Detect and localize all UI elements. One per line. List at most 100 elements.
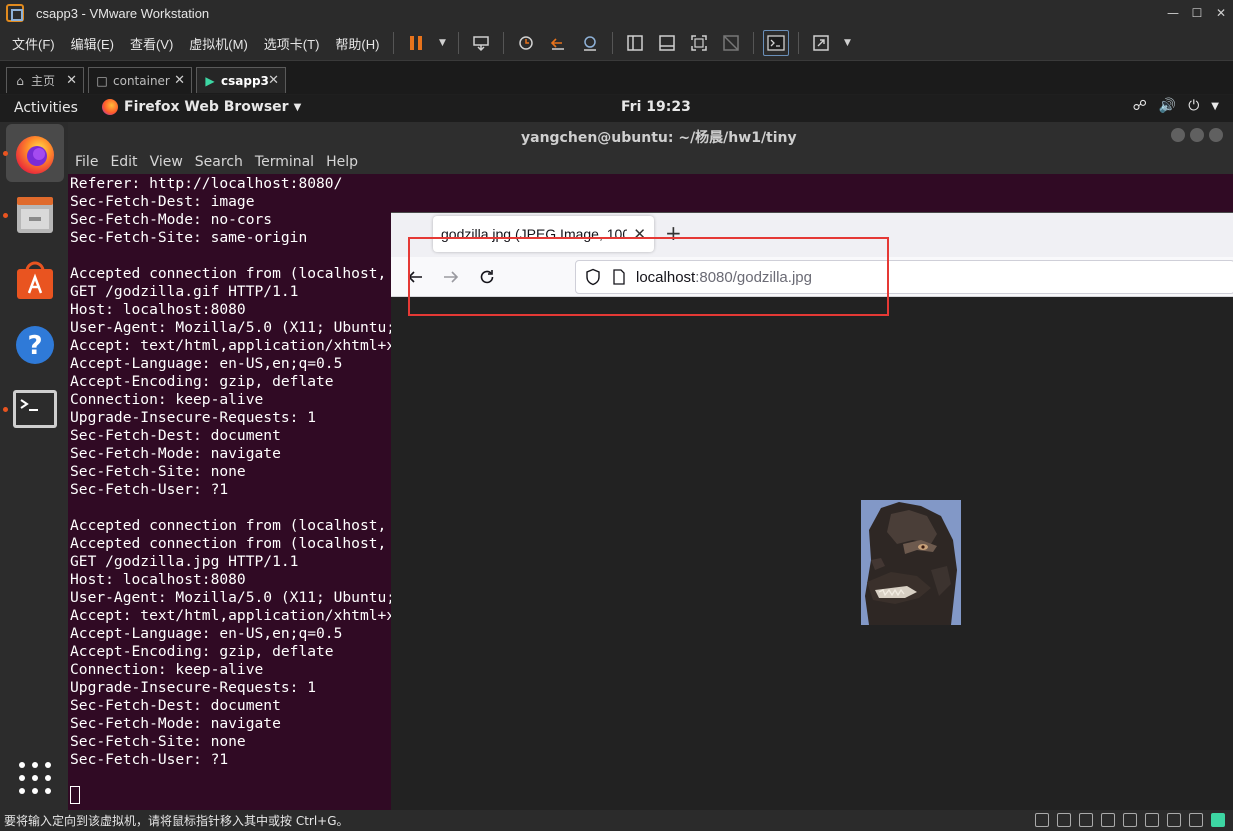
tab-label: container (113, 73, 170, 88)
dock-help[interactable]: ? (6, 316, 64, 374)
tab-home[interactable]: ⌂ 主页 ✕ (6, 67, 84, 93)
maximize-icon[interactable]: ☐ (1185, 0, 1209, 26)
terminal-titlebar: yangchen@ubuntu: ~/杨晨/hw1/tiny (68, 122, 1233, 150)
terminal-cursor (70, 786, 80, 804)
terminal-menu-terminal[interactable]: Terminal (255, 154, 314, 170)
floppy-icon[interactable] (1079, 813, 1093, 827)
fullscreen-icon[interactable] (686, 30, 712, 56)
dock-software[interactable] (6, 252, 64, 310)
terminal-menu-search[interactable]: Search (195, 154, 243, 170)
menu-vm[interactable]: 虚拟机(M) (181, 34, 256, 53)
menu-file[interactable]: 文件(F) (0, 34, 63, 53)
terminal-console-icon[interactable] (763, 30, 790, 56)
cd-rom-icon[interactable] (1057, 813, 1071, 827)
status-message: 要将输入定向到该虚拟机，请将鼠标指针移入其中或按 Ctrl+G。 (4, 814, 349, 828)
software-icon (17, 261, 53, 299)
power-icon: ⏻ (1188, 98, 1200, 114)
activities-button[interactable]: Activities (14, 100, 78, 116)
terminal-menubar: File Edit View Search Terminal Help (68, 150, 1233, 174)
pause-icon[interactable] (403, 30, 429, 56)
menu-edit[interactable]: 编辑(E) (63, 34, 122, 53)
svg-text:?: ? (27, 331, 42, 361)
running-indicator (3, 407, 8, 412)
chevron-down-icon[interactable]: ▼ (435, 30, 449, 56)
toolbar-separator (753, 32, 755, 54)
sound-card-icon[interactable] (1145, 813, 1159, 827)
window-controls: — ☐ ✕ (1161, 0, 1233, 26)
system-tray[interactable]: ☍ 🔊 ⏻ ▼ (1133, 98, 1219, 114)
chevron-down-icon: ▼ (1211, 101, 1219, 112)
message-log-icon[interactable] (1211, 813, 1225, 827)
close-icon[interactable] (1209, 128, 1223, 142)
dock-terminal[interactable] (6, 380, 64, 438)
printer-icon[interactable] (1167, 813, 1181, 827)
tab-csapp3[interactable]: ▶ csapp3 ✕ (196, 67, 286, 93)
vmware-menubar: 文件(F) 编辑(E) 查看(V) 虚拟机(M) 选项卡(T) 帮助(H) ▼ (0, 26, 1233, 60)
vmware-logo-icon (6, 4, 24, 22)
menu-help[interactable]: 帮助(H) (327, 34, 387, 53)
vmware-title-bar: csapp3 - VMware Workstation — ☐ ✕ (0, 0, 1233, 26)
terminal-icon (13, 390, 57, 428)
stretch-icon[interactable] (808, 30, 834, 56)
network-adapter-icon[interactable] (1101, 813, 1115, 827)
display-icon[interactable] (1189, 813, 1203, 827)
snapshot-manager-icon[interactable] (577, 30, 603, 56)
tab-label: 主页 (31, 74, 56, 88)
running-indicator (3, 151, 8, 156)
dock-firefox[interactable] (6, 124, 64, 182)
running-indicator (3, 213, 8, 218)
window-title: csapp3 - VMware Workstation (36, 5, 210, 21)
home-icon: ⌂ (16, 73, 24, 88)
app-menu[interactable]: Firefox Web Browser ▼ (102, 99, 301, 115)
terminal-window-controls (1171, 128, 1223, 142)
toolbar-separator (612, 32, 614, 54)
snapshot-icon[interactable] (513, 30, 539, 56)
terminal-menu-edit[interactable]: Edit (110, 154, 137, 170)
clock[interactable]: Fri 19:23 (621, 99, 691, 115)
terminal-menu-help[interactable]: Help (326, 154, 358, 170)
terminal-title: yangchen@ubuntu: ~/杨晨/hw1/tiny (521, 130, 797, 146)
close-icon[interactable]: ✕ (174, 73, 185, 88)
toolbar-separator (503, 32, 505, 54)
tab-container[interactable]: □ container ✕ (88, 67, 192, 93)
image-viewer (391, 297, 1233, 811)
sidebar-view-icon[interactable] (622, 30, 648, 56)
toolbar-separator (458, 32, 460, 54)
help-icon: ? (16, 326, 54, 364)
menu-view[interactable]: 查看(V) (122, 34, 181, 53)
ubuntu-top-bar: Activities Firefox Web Browser ▼ Fri 19:… (0, 95, 1233, 122)
toolbar-separator (798, 32, 800, 54)
terminal-line: Referer: http://localhost:8080/ (70, 175, 343, 192)
device-status-icons (1035, 813, 1225, 827)
desktop: csapp3 - VMware Workstation — ☐ ✕ 文件(F) … (0, 0, 1233, 831)
revert-snapshot-icon[interactable] (545, 30, 571, 56)
terminal-menu-file[interactable]: File (75, 154, 98, 170)
minimize-icon[interactable] (1171, 128, 1185, 142)
dock-files[interactable] (6, 186, 64, 244)
close-icon[interactable]: ✕ (268, 73, 279, 88)
minimize-icon[interactable]: — (1161, 0, 1185, 26)
vm-running-icon: ▶ (205, 73, 215, 88)
vm-icon: □ (96, 73, 108, 88)
tab-label: csapp3 (221, 73, 269, 88)
godzilla-image[interactable] (861, 500, 961, 625)
toolbar-separator (393, 32, 395, 54)
close-icon[interactable]: ✕ (1209, 0, 1233, 26)
ubuntu-dock: ? (0, 122, 68, 810)
console-view-icon[interactable] (654, 30, 680, 56)
vmware-status-bar: 要将输入定向到该虚拟机，请将鼠标指针移入其中或按 Ctrl+G。 (0, 810, 1233, 831)
show-applications-icon[interactable] (19, 762, 51, 794)
usb-icon[interactable] (1123, 813, 1137, 827)
menu-tabs[interactable]: 选项卡(T) (256, 34, 328, 53)
close-icon[interactable]: ✕ (66, 73, 77, 88)
send-keys-icon[interactable] (468, 30, 494, 56)
firefox-icon (102, 99, 118, 115)
volume-icon: 🔊 (1158, 98, 1177, 114)
highlight-annotation (408, 237, 889, 316)
maximize-icon[interactable] (1190, 128, 1204, 142)
unity-icon[interactable] (718, 30, 744, 56)
chevron-down-icon[interactable]: ▼ (840, 30, 854, 56)
terminal-line: Sec-Fetch-Dest: image (70, 193, 255, 210)
terminal-menu-view[interactable]: View (150, 154, 183, 170)
hard-disk-icon[interactable] (1035, 813, 1049, 827)
